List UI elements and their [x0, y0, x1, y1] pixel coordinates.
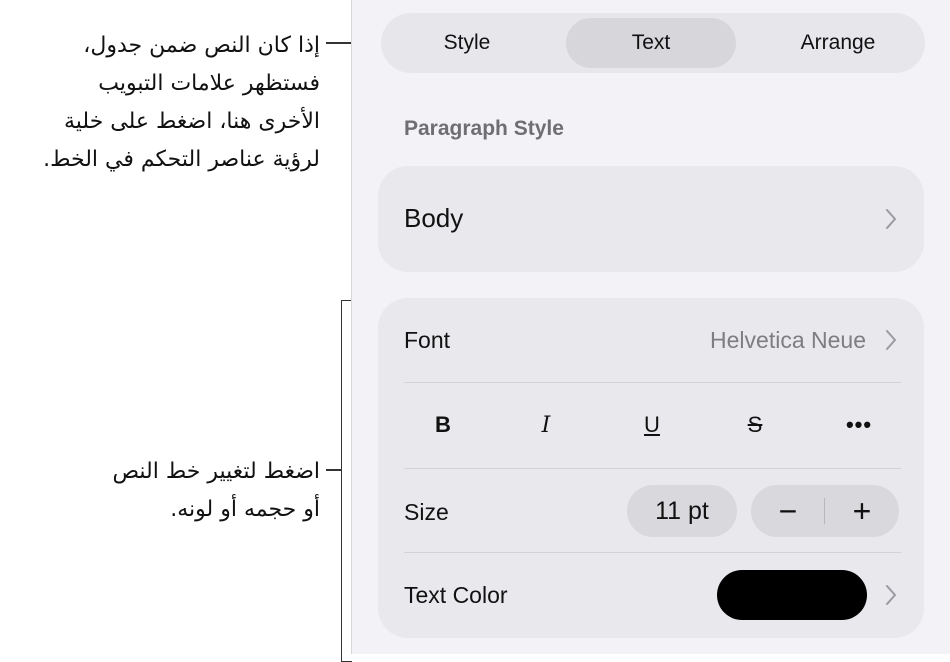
strikethrough-button[interactable]: S	[735, 408, 775, 442]
more-options-button[interactable]: •••	[839, 408, 879, 442]
paragraph-style-selector[interactable]: Body	[378, 166, 924, 272]
font-value: Helvetica Neue	[710, 327, 866, 353]
text-color-swatch[interactable]	[717, 570, 867, 620]
decrease-size-button[interactable]: −	[751, 485, 825, 537]
divider	[404, 468, 901, 469]
inspector-tab-control: Style Text Arrange	[381, 13, 925, 73]
italic-button[interactable]: I	[526, 408, 566, 442]
format-inspector-panel: Style Text Arrange Paragraph Style Body …	[351, 0, 950, 654]
divider	[404, 382, 901, 383]
text-color-label: Text Color	[404, 582, 508, 608]
chevron-right-icon	[880, 206, 902, 232]
underline-button[interactable]: U	[632, 408, 672, 442]
tab-arrange[interactable]: Arrange	[753, 18, 923, 68]
font-row[interactable]: Font Helvetica Neue	[378, 298, 924, 382]
callout-font-annotation: اضغط لتغيير خط النص أو حجمه أو لونه.	[112, 459, 320, 522]
font-size-field[interactable]: 11 pt	[627, 485, 737, 537]
tab-text[interactable]: Text	[566, 18, 736, 68]
chevron-right-icon	[880, 582, 902, 608]
paragraph-style-heading: Paragraph Style	[404, 117, 564, 140]
chevron-right-icon	[880, 327, 902, 353]
font-size-stepper: − +	[751, 485, 899, 537]
tab-style[interactable]: Style	[382, 18, 552, 68]
bold-button[interactable]: B	[423, 408, 463, 442]
callout-bottom-leader	[326, 469, 342, 471]
callout-tabs-annotation: إذا كان النص ضمن جدول، فستظهر علامات الت…	[43, 33, 320, 172]
size-label: Size	[404, 499, 449, 525]
font-settings-card: Font Helvetica Neue B I U S ••• Size 11 …	[378, 298, 924, 638]
font-label: Font	[404, 327, 451, 353]
increase-size-button[interactable]: +	[825, 485, 899, 537]
paragraph-style-value: Body	[404, 203, 464, 233]
